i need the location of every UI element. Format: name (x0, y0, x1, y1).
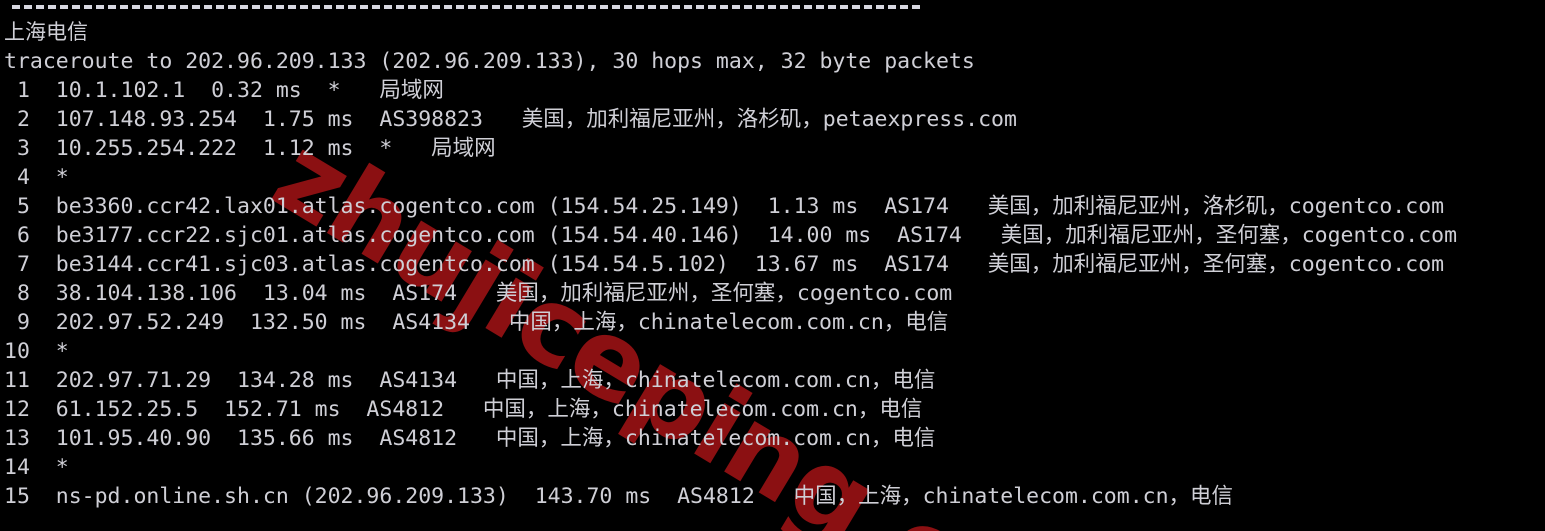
hop-row: 7 be3144.ccr41.sjc03.atlas.cogentco.com … (4, 252, 1445, 277)
hop-row: 1 10.1.102.1 0.32 ms * 局域网 (4, 78, 444, 103)
hop-row: 2 107.148.93.254 1.75 ms AS398823 美国，加利福… (4, 107, 1017, 132)
hop-row: 8 38.104.138.106 13.04 ms AS174 美国，加利福尼亚… (4, 281, 953, 306)
hop-row: 10 * (4, 339, 69, 364)
divider-row (4, 0, 1545, 18)
hop-row: 12 61.152.25.5 152.71 ms AS4812 中国，上海，ch… (4, 397, 923, 422)
hop-row: 4 * (4, 165, 69, 190)
hop-row: 13 101.95.40.90 135.66 ms AS4812 中国，上海，c… (4, 426, 936, 451)
terminal-window: zhujiceping.com 上海电信 traceroute to 202.9… (0, 0, 1545, 531)
hop-row: 15 ns-pd.online.sh.cn (202.96.209.133) 1… (4, 484, 1234, 509)
hop-row: 6 be3177.ccr22.sjc01.atlas.cogentco.com … (4, 223, 1458, 248)
section-title: 上海电信 (4, 20, 88, 44)
hop-row: 9 202.97.52.249 132.50 ms AS4134 中国，上海，c… (4, 310, 949, 335)
traceroute-header: traceroute to 202.96.209.133 (202.96.209… (4, 49, 975, 74)
hop-row: 5 be3360.ccr42.lax01.atlas.cogentco.com … (4, 194, 1445, 219)
separator-divider (12, 5, 920, 9)
hop-row: 3 10.255.254.222 1.12 ms * 局域网 (4, 136, 496, 161)
hop-list: 1 10.1.102.1 0.32 ms * 局域网 2 107.148.93.… (4, 76, 1545, 511)
hop-row: 14 * (4, 455, 69, 480)
hop-row: 11 202.97.71.29 134.28 ms AS4134 中国，上海，c… (4, 368, 936, 393)
terminal-output: 上海电信 traceroute to 202.96.209.133 (202.9… (0, 0, 1545, 511)
